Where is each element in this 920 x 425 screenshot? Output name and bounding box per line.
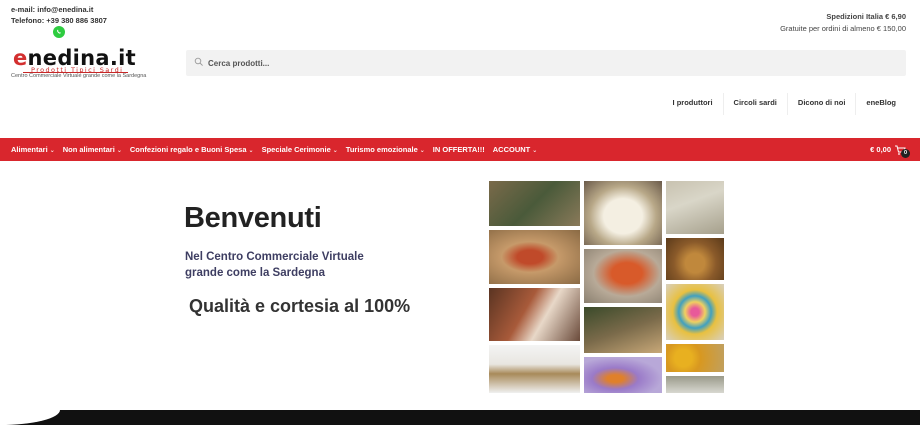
main-nav-item-label: ACCOUNT — [492, 145, 531, 154]
main-nav-item-label: Confezioni regalo e Buoni Spesa — [129, 145, 247, 154]
hero-bottom-band — [0, 410, 920, 425]
nav-dicono-di-noi[interactable]: Dicono di noi — [786, 93, 856, 115]
contact-info: e-mail: info@enedina.it Telefono: +39 38… — [11, 4, 107, 26]
main-nav-item-label: Non alimentari — [62, 145, 115, 154]
hero-subtitle-2: grande come la Sardegna — [185, 267, 325, 279]
chevron-down-icon: ⌄ — [332, 148, 338, 154]
main-nav-item[interactable]: Turismo emozionale ⌄ — [346, 145, 425, 154]
main-nav-item[interactable]: Non alimentari ⌄ — [63, 145, 122, 154]
nav-produttori[interactable]: I produttori — [663, 93, 723, 115]
logo-initial: e — [13, 46, 28, 70]
site-tagline: Centro Commerciale Virtuale grande come … — [11, 73, 147, 79]
main-nav-item[interactable]: ACCOUNT ⌄ — [493, 145, 538, 154]
chevron-down-icon: ⌄ — [532, 148, 538, 154]
nav-eneblog[interactable]: eneBlog — [855, 93, 906, 115]
main-nav-items: Alimentari ⌄ Non alimentari ⌄ Confezioni reg… — [11, 138, 545, 161]
cart-total: € 0,00 — [870, 145, 891, 154]
shipping-cost: Spedizioni Italia € 6,90 — [826, 12, 906, 21]
chevron-down-icon: ⌄ — [49, 148, 55, 154]
nav-circoli-sardi[interactable]: Circoli sardi — [722, 93, 787, 115]
main-nav-item-label: IN OFFERTA!!! — [432, 145, 485, 154]
cart-icon: 0 — [894, 144, 910, 158]
phone-link[interactable]: Telefono: +39 380 886 3807 — [11, 15, 107, 26]
whatsapp-icon[interactable] — [53, 26, 65, 38]
cart-count-badge: 0 — [901, 148, 910, 158]
main-nav: Alimentari ⌄ Non alimentari ⌄ Confezioni reg… — [0, 138, 920, 161]
chevron-down-icon: ⌄ — [248, 148, 254, 154]
main-nav-item-label: Alimentari — [11, 145, 48, 154]
hero-quality-claim: Qualità e cortesia al 100% — [189, 296, 411, 316]
search-input[interactable] — [208, 50, 888, 76]
shipping-info: Spedizioni Italia € 6,90 Gratuite per or… — [780, 11, 906, 35]
site-logo[interactable]: enedina.it Prodotti Tipici Sardi — [13, 46, 136, 74]
main-nav-item[interactable]: IN OFFERTA!!! — [433, 145, 485, 154]
chevron-down-icon: ⌄ — [116, 148, 122, 154]
chevron-down-icon: ⌄ — [419, 148, 425, 154]
main-nav-item-label: Speciale Cerimonie — [261, 145, 331, 154]
search-icon — [194, 57, 203, 66]
main-nav-item[interactable]: Speciale Cerimonie ⌄ — [262, 145, 338, 154]
cart-button[interactable]: € 0,00 0 — [870, 138, 910, 161]
main-nav-item-label: Turismo emozionale — [345, 145, 418, 154]
main-nav-item[interactable]: Alimentari ⌄ — [11, 145, 55, 154]
hero-subtitle-1: Nel Centro Commerciale Virtuale — [185, 251, 364, 263]
hero-title: Benvenuti — [184, 202, 322, 234]
email-link[interactable]: e-mail: info@enedina.it — [11, 4, 107, 15]
search-bar — [186, 50, 906, 76]
top-bar: e-mail: info@enedina.it Telefono: +39 38… — [0, 0, 920, 44]
main-nav-item[interactable]: Confezioni regalo e Buoni Spesa ⌄ — [130, 145, 254, 154]
product-collage-image — [488, 180, 725, 394]
free-shipping-note: Gratuite per ordini di almeno € 150,00 — [780, 24, 906, 33]
secondary-nav: I produttori Circoli sardi Dicono di noi… — [663, 93, 906, 115]
